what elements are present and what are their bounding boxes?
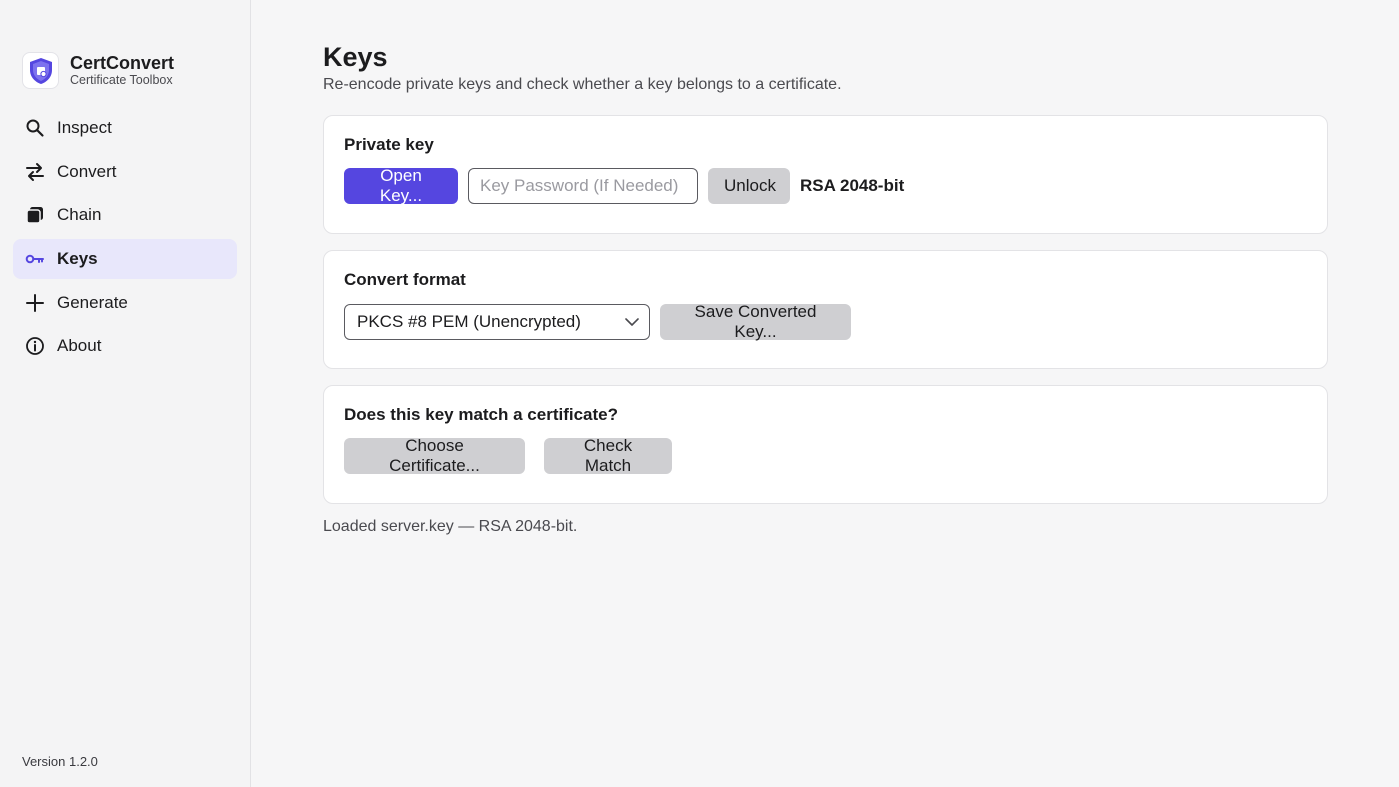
page-title: Keys: [323, 42, 388, 72]
sidebar: CertConvert Certificate Toolbox Inspect …: [0, 0, 251, 787]
sidebar-item-label: About: [57, 336, 102, 356]
chevron-down-icon: [625, 312, 639, 332]
key-info-label: RSA 2048-bit: [800, 176, 905, 195]
version-label: Version 1.2.0: [22, 754, 98, 769]
app-window: CertConvert Certificate Toolbox Inspect …: [0, 0, 1399, 787]
plus-icon: [25, 293, 45, 313]
key-match-title: Does this key match a certificate?: [344, 405, 619, 424]
swap-icon: [25, 162, 45, 182]
choose-certificate-button[interactable]: Choose Certificate...: [344, 436, 525, 475]
sidebar-item-chain[interactable]: Chain: [13, 195, 237, 235]
status-message: Loaded server.key — RSA 2048-bit.: [323, 518, 578, 535]
sidebar-item-label: Convert: [57, 161, 117, 181]
sidebar-item-inspect[interactable]: Inspect: [13, 108, 237, 148]
format-select[interactable]: PKCS #8 PEM (Unencrypted): [344, 304, 650, 340]
sidebar-item-generate[interactable]: Generate: [13, 283, 237, 323]
sidebar-item-convert[interactable]: Convert: [13, 152, 237, 192]
format-select-value: PKCS #8 PEM (Unencrypted): [357, 312, 581, 331]
sidebar-item-keys[interactable]: Keys: [13, 239, 237, 280]
stack-icon: [25, 205, 45, 225]
sidebar-item-label: Keys: [57, 249, 98, 269]
app-subtitle: Certificate Toolbox: [70, 73, 173, 87]
brand: CertConvert Certificate Toolbox: [22, 52, 174, 89]
key-password-input[interactable]: [468, 168, 698, 204]
search-icon: [25, 118, 45, 138]
sidebar-item-label: Inspect: [57, 118, 112, 137]
private-key-card: Private key Open Key... Unlock RSA 2048-…: [323, 115, 1328, 234]
save-converted-key-button[interactable]: Save Converted Key...: [660, 302, 851, 341]
app-name: CertConvert: [70, 53, 175, 73]
private-key-title: Private key: [344, 135, 434, 154]
sidebar-nav: Inspect Convert Chain Keys Generate Abou…: [13, 108, 237, 370]
unlock-button[interactable]: Unlock: [708, 168, 790, 204]
key-match-card: Does this key match a certificate? Choos…: [323, 385, 1328, 504]
open-key-button[interactable]: Open Key...: [344, 166, 458, 205]
page-subtitle: Re-encode private keys and check whether…: [323, 76, 842, 93]
sidebar-item-about[interactable]: About: [13, 326, 237, 366]
shield-logo-icon: [22, 52, 59, 89]
check-match-button[interactable]: Check Match: [544, 436, 672, 475]
convert-format-card: Convert format PKCS #8 PEM (Unencrypted)…: [323, 250, 1328, 369]
sidebar-item-label: Chain: [57, 205, 102, 225]
main-content: Keys Re-encode private keys and check wh…: [251, 0, 1399, 787]
sidebar-item-label: Generate: [57, 292, 128, 312]
info-icon: [25, 336, 45, 356]
key-icon: [25, 249, 45, 269]
convert-format-title: Convert format: [344, 270, 466, 289]
